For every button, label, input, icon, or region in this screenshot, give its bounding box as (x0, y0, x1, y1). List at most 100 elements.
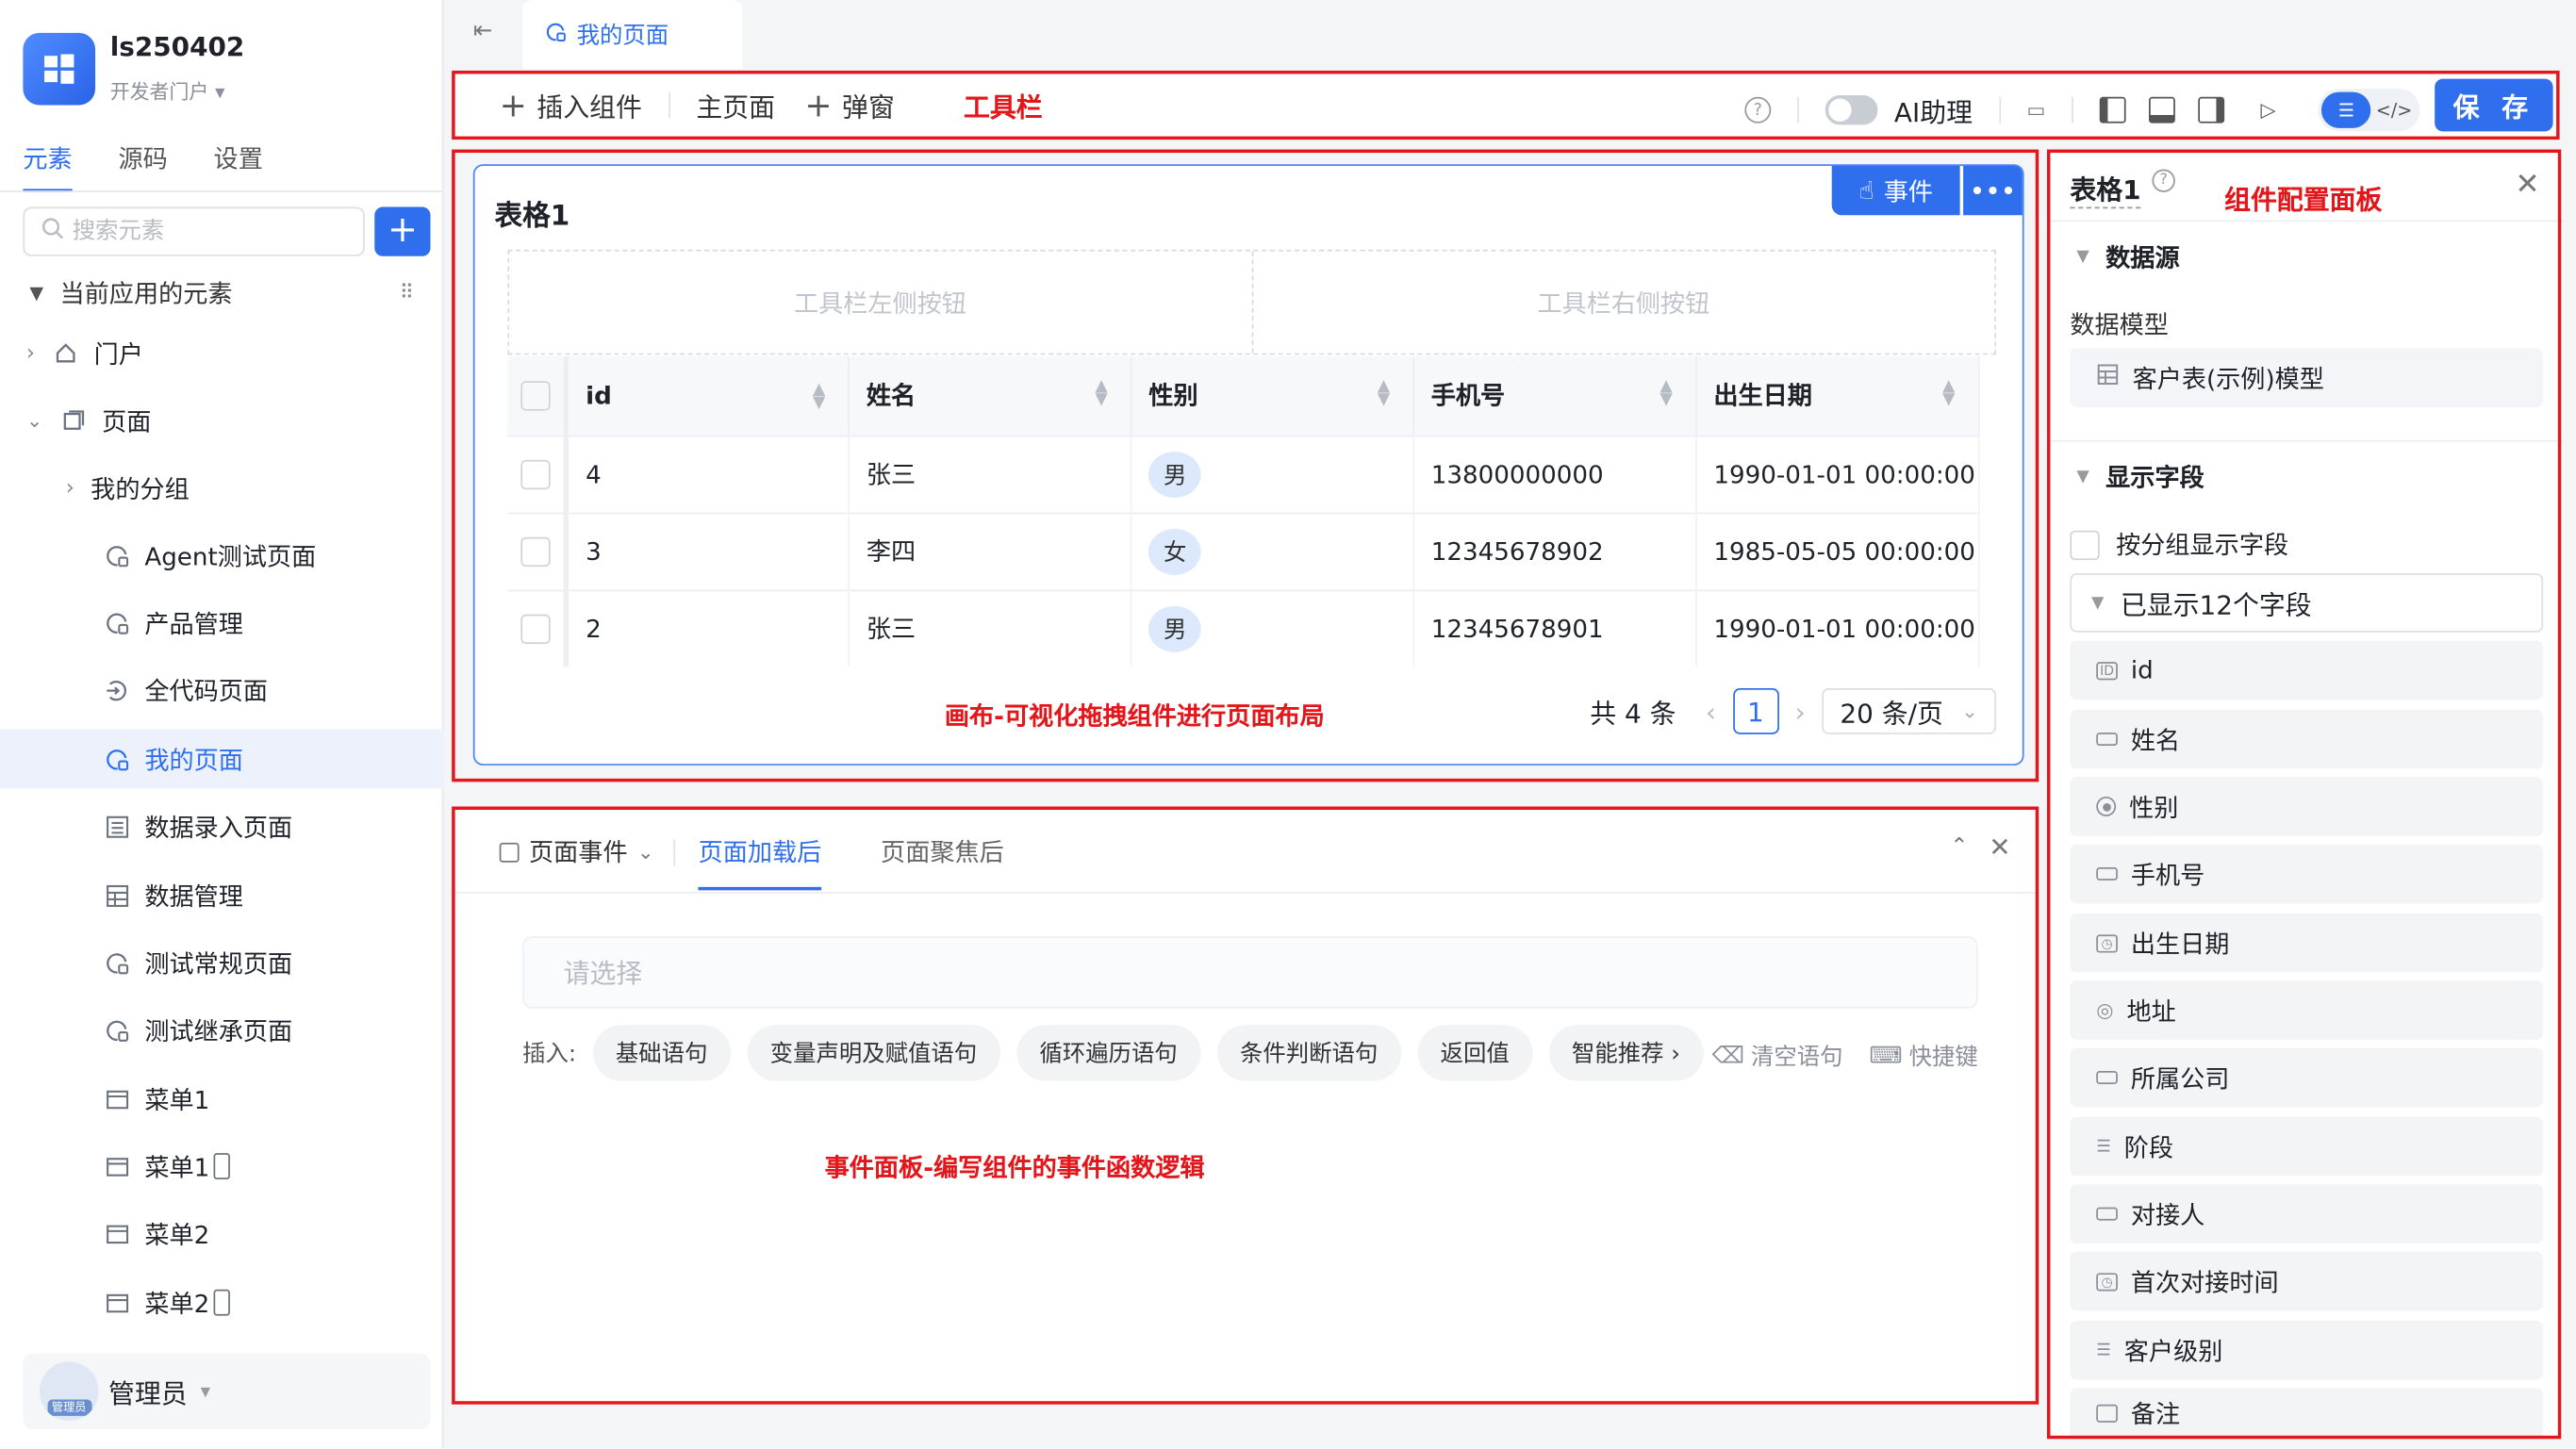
table-row[interactable]: 3 李四 女 12345678902 1985-05-05 00:00:00 (507, 511, 1980, 590)
field-item-phone[interactable]: 手机号 (2070, 844, 2544, 904)
field-item-remark[interactable]: 备注 (2070, 1388, 2544, 1440)
tree-item-test-inherit[interactable]: 测试继承页面 (0, 1000, 443, 1060)
field-item-first-contact-time[interactable]: ◷ 首次对接时间 (2070, 1251, 2544, 1311)
tree-item-data-entry[interactable]: 数据录入页面 (0, 797, 443, 856)
tree-item-my-group[interactable]: › 我的分组 (0, 458, 443, 518)
close-icon[interactable]: ✕ (2515, 168, 2539, 203)
pill-condition-statement[interactable]: 条件判断语句 (1216, 1025, 1401, 1081)
preview-play-icon[interactable]: ▷ (2260, 99, 2275, 122)
page-event-dropdown[interactable]: 页面事件 ⌄ (499, 834, 654, 869)
ai-assistant-toggle[interactable] (1825, 95, 1878, 125)
tree-item-menu2[interactable]: 菜单2 (0, 1204, 443, 1263)
tree-item-test-regular[interactable]: 测试常规页面 (0, 933, 443, 993)
tab-elements[interactable]: 元素 (23, 141, 73, 192)
column-header-gender[interactable]: 性别 ▲ ▼ (1131, 356, 1415, 436)
sort-icon[interactable]: ▲ ▼ (1095, 379, 1107, 408)
pill-return-value[interactable]: 返回值 (1417, 1025, 1533, 1081)
pill-variable-statement[interactable]: 变量声明及赋值语句 (747, 1025, 1000, 1081)
help-icon[interactable]: ? (1744, 96, 1772, 123)
tree-item-pages[interactable]: ⌄ 页面 (0, 391, 443, 451)
search-input[interactable] (72, 218, 352, 245)
insert-component-button[interactable]: + 插入组件 (500, 86, 642, 125)
table-row[interactable]: 2 张三 男 12345678901 1990-01-01 00:00:00 (507, 588, 1980, 667)
column-header-name[interactable]: 姓名 ▲ ▼ (849, 356, 1132, 436)
group-display-option[interactable]: 按分组显示字段 (2070, 527, 2288, 562)
tree-item-full-code[interactable]: 全代码页面 (0, 660, 443, 719)
toolbar-left-slot[interactable]: 工具栏左侧按钮 (509, 251, 1253, 354)
tree-item-menu2-mobile[interactable]: 菜单2 (0, 1273, 443, 1332)
tree-item-menu1-mobile[interactable]: 菜单1 (0, 1137, 443, 1196)
add-element-button[interactable]: + (374, 206, 431, 256)
column-header-birth[interactable]: 出生日期 ▲ ▼ (1696, 356, 1980, 436)
save-button[interactable]: 保 存 (2435, 78, 2553, 132)
right-panel-icon[interactable] (2198, 96, 2225, 123)
sort-icon[interactable]: ▲ ▼ (1378, 379, 1390, 408)
collapse-sidebar-icon[interactable]: ⇤ (473, 18, 492, 44)
tab-my-page[interactable]: 我的页面 (522, 0, 743, 70)
data-model-select[interactable]: 客户表(示例)模型 (2070, 348, 2544, 408)
sort-icon[interactable]: ▲ ▼ (813, 382, 825, 411)
tree-item-menu1[interactable]: 菜单1 (0, 1069, 443, 1128)
pill-basic-statement[interactable]: 基础语句 (592, 1025, 731, 1081)
field-item-gender[interactable]: 性别 (2070, 777, 2544, 836)
grid-scan-icon[interactable]: ⠿ (400, 281, 414, 304)
field-item-id[interactable]: ID id (2070, 640, 2544, 700)
code-mode-icon[interactable]: </> (2371, 99, 2418, 121)
sort-icon[interactable]: ▲ ▼ (1942, 379, 1955, 408)
left-panel-icon[interactable] (2099, 96, 2126, 123)
tree-item-my-page[interactable]: 我的页面 (0, 729, 444, 789)
section-datasource[interactable]: ▼ 数据源 (2076, 239, 2179, 274)
table-row[interactable]: 4 张三 男 13800000000 1990-01-01 00:00:00 (507, 434, 1980, 513)
tab-settings[interactable]: 设置 (214, 141, 263, 189)
clear-statements-button[interactable]: ⌫ 清空语句 (1711, 1040, 1842, 1073)
table-component-card[interactable]: 表格1 ☝ 事件 ••• 工具栏左侧按钮 工具栏右侧按钮 id ▲ ▼ 姓名 ▲ ▼ (472, 164, 2024, 766)
field-item-customer-level[interactable]: ☰ 客户级别 (2070, 1320, 2544, 1380)
field-item-stage[interactable]: ☰ 阶段 (2070, 1116, 2544, 1177)
page-number-current[interactable]: 1 (1732, 688, 1779, 734)
page-size-select[interactable]: 20 条/页 ⌄ (1822, 688, 1996, 734)
field-item-company[interactable]: 所属公司 (2070, 1047, 2544, 1108)
prev-page-icon[interactable]: ‹ (1706, 696, 1716, 727)
tab-source[interactable]: 源码 (118, 141, 167, 189)
collapse-panel-icon[interactable]: ⌃ (1950, 834, 1968, 859)
tree-section-current-app[interactable]: ▼ 当前应用的元素 ⠿ (0, 263, 443, 322)
tab-after-focus[interactable]: 页面聚焦后 (881, 834, 1004, 869)
help-icon[interactable]: ? (2152, 169, 2175, 192)
pill-smart-recommend[interactable]: 智能推荐 › (1548, 1025, 1704, 1081)
pill-loop-statement[interactable]: 循环遍历语句 (1016, 1025, 1201, 1081)
sort-icon[interactable]: ▲ ▼ (1660, 379, 1672, 408)
field-item-birth[interactable]: ◷ 出生日期 (2070, 913, 2544, 973)
field-item-address[interactable]: ◎ 地址 (2070, 980, 2544, 1040)
bottom-panel-icon[interactable] (2149, 96, 2175, 123)
close-icon[interactable]: ✕ (1989, 832, 2010, 863)
column-header-phone[interactable]: 手机号 ▲ ▼ (1413, 356, 1697, 436)
tree-item-product-mgmt[interactable]: 产品管理 (0, 593, 443, 652)
tree-item-portal[interactable]: › 门户 (0, 323, 443, 383)
column-header-id[interactable]: id ▲ ▼ (567, 356, 850, 436)
field-item-contact[interactable]: 对接人 (2070, 1184, 2544, 1243)
more-icon[interactable]: ••• (1963, 165, 2023, 216)
layout-icon[interactable]: ▭ (2026, 99, 2045, 122)
toolbar-right-slot[interactable]: 工具栏右侧按钮 (1253, 252, 1995, 354)
select-all-checkbox[interactable] (520, 381, 551, 411)
tree-item-agent-page[interactable]: Agent测试页面 (0, 526, 443, 585)
field-item-name[interactable]: 姓名 (2070, 709, 2544, 769)
row-checkbox[interactable] (520, 459, 551, 489)
view-mode-switch[interactable]: ☰ </> (2318, 89, 2420, 132)
tree-item-data-mgmt[interactable]: 数据管理 (0, 865, 443, 925)
user-menu[interactable]: 管理员 管理员 ▾ (23, 1353, 431, 1429)
popup-button[interactable]: + 弹窗 (804, 86, 894, 125)
app-subtitle-dropdown[interactable]: 开发者门户 ▾ (110, 77, 225, 106)
row-checkbox[interactable] (520, 614, 551, 644)
shortcut-button[interactable]: ⌨ 快捷键 (1869, 1040, 1977, 1073)
shown-fields-collapse[interactable]: ▼ 已显示12个字段 (2070, 573, 2544, 633)
event-select-input[interactable] (563, 956, 1878, 989)
event-button[interactable]: ☝ 事件 (1831, 165, 1960, 216)
row-checkbox[interactable] (520, 536, 551, 567)
group-display-checkbox[interactable] (2070, 529, 2100, 560)
main-page-button[interactable]: 主页面 (696, 86, 775, 125)
tab-after-load[interactable]: 页面加载后 (698, 834, 822, 891)
section-display-fields[interactable]: ▼ 显示字段 (2076, 460, 2204, 495)
next-page-icon[interactable]: › (1795, 696, 1806, 727)
config-mode-icon[interactable]: ☰ (2321, 91, 2371, 128)
